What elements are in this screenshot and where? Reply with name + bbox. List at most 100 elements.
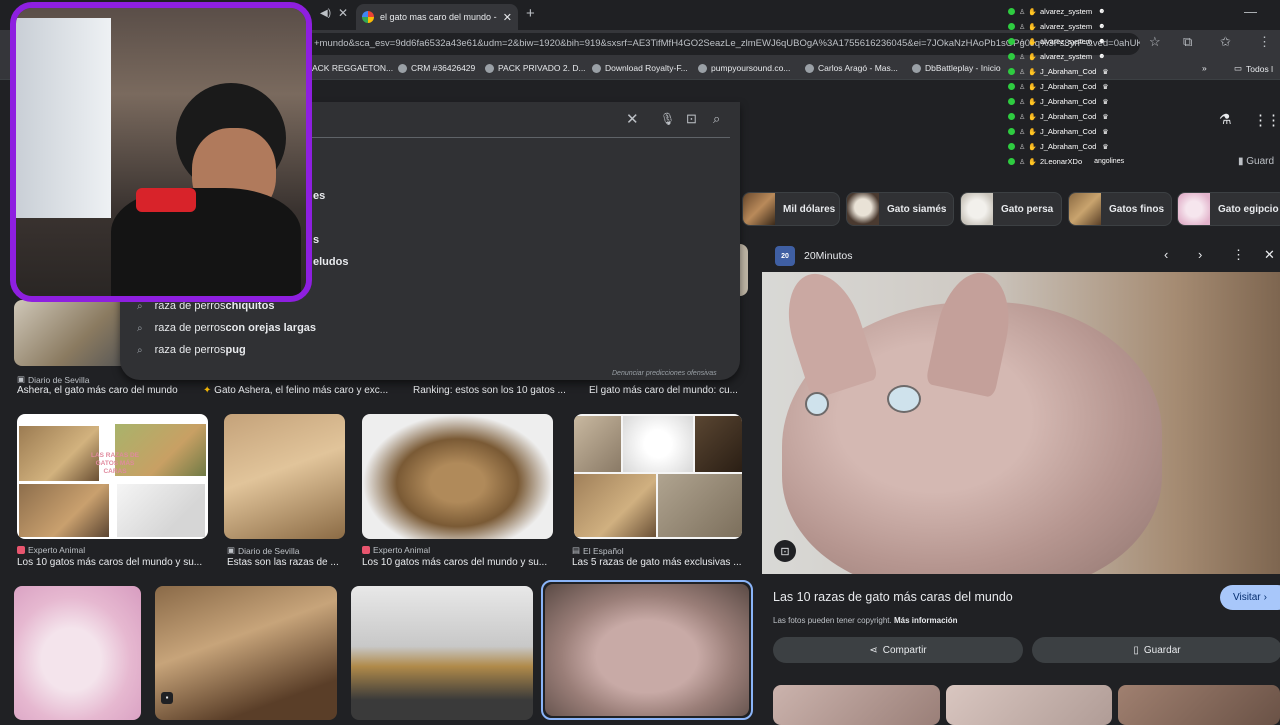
result-title[interactable]: Ashera, el gato más caro del mundo [17,385,202,396]
bookmark-item[interactable]: CRM #36426429 [398,63,475,73]
close-icon[interactable]: ✕ [338,6,348,20]
suggestion-fragment[interactable]: s [313,234,319,246]
online-dot-icon [1008,113,1015,120]
result-source: ▣ Diario de Sevilla [17,374,90,385]
result-image[interactable] [14,300,128,366]
badge-icon: ☻ [1098,23,1106,30]
copyright-notice: Las fotos pueden tener copyright. Más in… [773,616,958,625]
chip-mil-dolares[interactable]: Mil dólares [742,192,840,226]
active-tab[interactable]: el gato mas caro del mundo - B ✕ [356,4,518,30]
lens-camera-icon[interactable]: ⊡ [686,111,697,127]
related-image[interactable] [1118,685,1280,725]
collage-cell [117,484,205,537]
suggestion-fragment[interactable]: eludos [313,256,348,268]
viewer-row: ♙ ✋ J_Abraham_Cod ♛ [1008,109,1148,124]
suggestion-item[interactable]: ⌕ raza de perros con orejas largas [137,322,316,334]
more-options-icon[interactable]: ⋮ [1232,247,1245,263]
extensions-icon[interactable]: ⧉ [1183,34,1192,50]
chip-gato-persa[interactable]: Gato persa [960,192,1062,226]
result-title[interactable]: Los 10 gatos más caros del mundo y su... [17,557,207,568]
saved-link[interactable]: ▮ Guard [1238,156,1274,167]
online-dot-icon [1008,8,1015,15]
more-bookmarks-icon[interactable]: » [1202,63,1207,73]
bookmark-star-icon[interactable]: ☆ [1149,34,1161,50]
emote-icon: ✋ [1028,128,1037,136]
result-title[interactable]: Estas son las razas de ... [227,557,347,568]
menu-kebab-icon[interactable]: ⋮ [1258,34,1271,50]
panel-title[interactable]: Las 10 razas de gato más caras del mundo [773,590,1013,604]
lens-search-icon[interactable]: ⊡ [774,540,796,562]
search-icon[interactable]: ⌕ [713,111,720,127]
close-tab-icon[interactable]: ✕ [503,11,512,24]
emote-icon: ✋ [1028,143,1037,151]
microphone-icon[interactable]: 🎙 [660,112,675,126]
report-predictions-link[interactable]: Denunciar predicciones ofensivas [612,370,717,377]
result-image[interactable] [351,586,533,720]
search-icon: ⌕ [137,322,143,334]
bookmark-favicon-icon [912,63,921,73]
person-icon: ♙ [1019,143,1026,151]
more-info-link[interactable]: Más información [894,616,958,625]
chip-gatos-finos[interactable]: Gatos finos [1068,192,1172,226]
site-logo: 20 [775,246,795,266]
person-icon: ♙ [1019,38,1026,46]
result-image[interactable] [574,414,742,539]
result-title[interactable]: Las 5 razas de gato más exclusivas ... [572,557,744,568]
bookmark-item[interactable]: DbBattleplay - Inicio [912,63,1001,73]
result-title[interactable]: Ranking: estos son los 10 gatos ... [413,385,573,396]
bookmark-item[interactable]: ACK REGGAETON... [312,63,393,73]
chip-thumbnail [847,193,879,225]
share-button[interactable]: ⋖ Compartir [773,637,1023,663]
panel-preview-image[interactable] [762,272,1280,574]
chevron-right-icon[interactable]: › [1198,247,1202,262]
online-dot-icon [1008,158,1015,165]
clear-search-icon[interactable]: ✕ [626,110,639,128]
selected-result-frame [541,580,753,720]
panel-site-name[interactable]: 20Minutos [804,250,852,262]
chip-gato-siames[interactable]: Gato siamés [846,192,954,226]
emote-icon: ✋ [1028,8,1037,16]
visit-button[interactable]: Visitar › [1220,585,1280,610]
result-image[interactable]: ▪ [155,586,337,720]
result-source: Experto Animal [362,545,430,555]
result-title[interactable]: El gato más caro del mundo: cu... [589,385,744,396]
speaker-icon[interactable]: ◀) [320,8,331,19]
site-favicon-icon: ✦ [203,385,215,396]
bookmark-item[interactable]: PACK PRIVADO 2. D... [485,63,586,73]
suggestion-item[interactable]: ⌕ raza de perros pug [137,344,246,356]
emote-icon: ✋ [1028,53,1037,61]
result-image[interactable] [14,586,141,720]
bookmark-favicon-icon [485,63,494,73]
reading-list-star-icon[interactable]: ✩ [1220,34,1231,50]
save-button[interactable]: ▯ Guardar [1032,637,1280,663]
online-dot-icon [1008,68,1015,75]
suggestion-fragment[interactable]: es [313,190,325,202]
apps-grid-icon[interactable]: ⋮⋮⋮ [1253,111,1280,129]
minimize-icon[interactable]: — [1244,4,1257,19]
related-image[interactable] [773,685,940,725]
person-icon: ♙ [1019,83,1026,91]
cat-eye-right [887,385,921,413]
labs-flask-icon[interactable]: ⚗ [1219,111,1232,128]
webcam-overlay [10,2,312,302]
result-title[interactable]: ✦ Gato Ashera, el felino más caro y exc.… [203,385,398,396]
new-tab-plus-icon[interactable]: + [526,5,535,22]
result-image[interactable]: LAS RAZAS DE GATOS MÁS CARAS [17,414,208,539]
online-dot-icon [1008,83,1015,90]
collage-cell [19,484,109,537]
result-title[interactable]: Los 10 gatos más caros del mundo y su... [362,557,552,568]
viewer-row: ♙ ✋ 2LeonarXDo angolines [1008,154,1148,169]
bookmark-item[interactable]: pumpyoursound.co... [698,63,790,73]
chip-gato-egipcio[interactable]: Gato egipcio [1177,192,1280,226]
bookmark-favicon-icon [398,63,407,73]
chevron-left-icon[interactable]: ‹ [1164,247,1168,262]
bookmark-item[interactable]: Carlos Aragó - Mas... [805,63,898,73]
result-source: Experto Animal [17,545,85,555]
all-bookmarks[interactable]: ▭ Todos l [1234,63,1273,74]
viewer-row: ♙ ✋ alvarez_system ☻ [1008,49,1148,64]
result-image[interactable] [224,414,345,539]
related-image[interactable] [946,685,1112,725]
close-panel-icon[interactable]: ✕ [1264,247,1275,263]
bookmark-item[interactable]: Download Royalty-F... [592,63,688,73]
result-image[interactable] [362,414,553,539]
